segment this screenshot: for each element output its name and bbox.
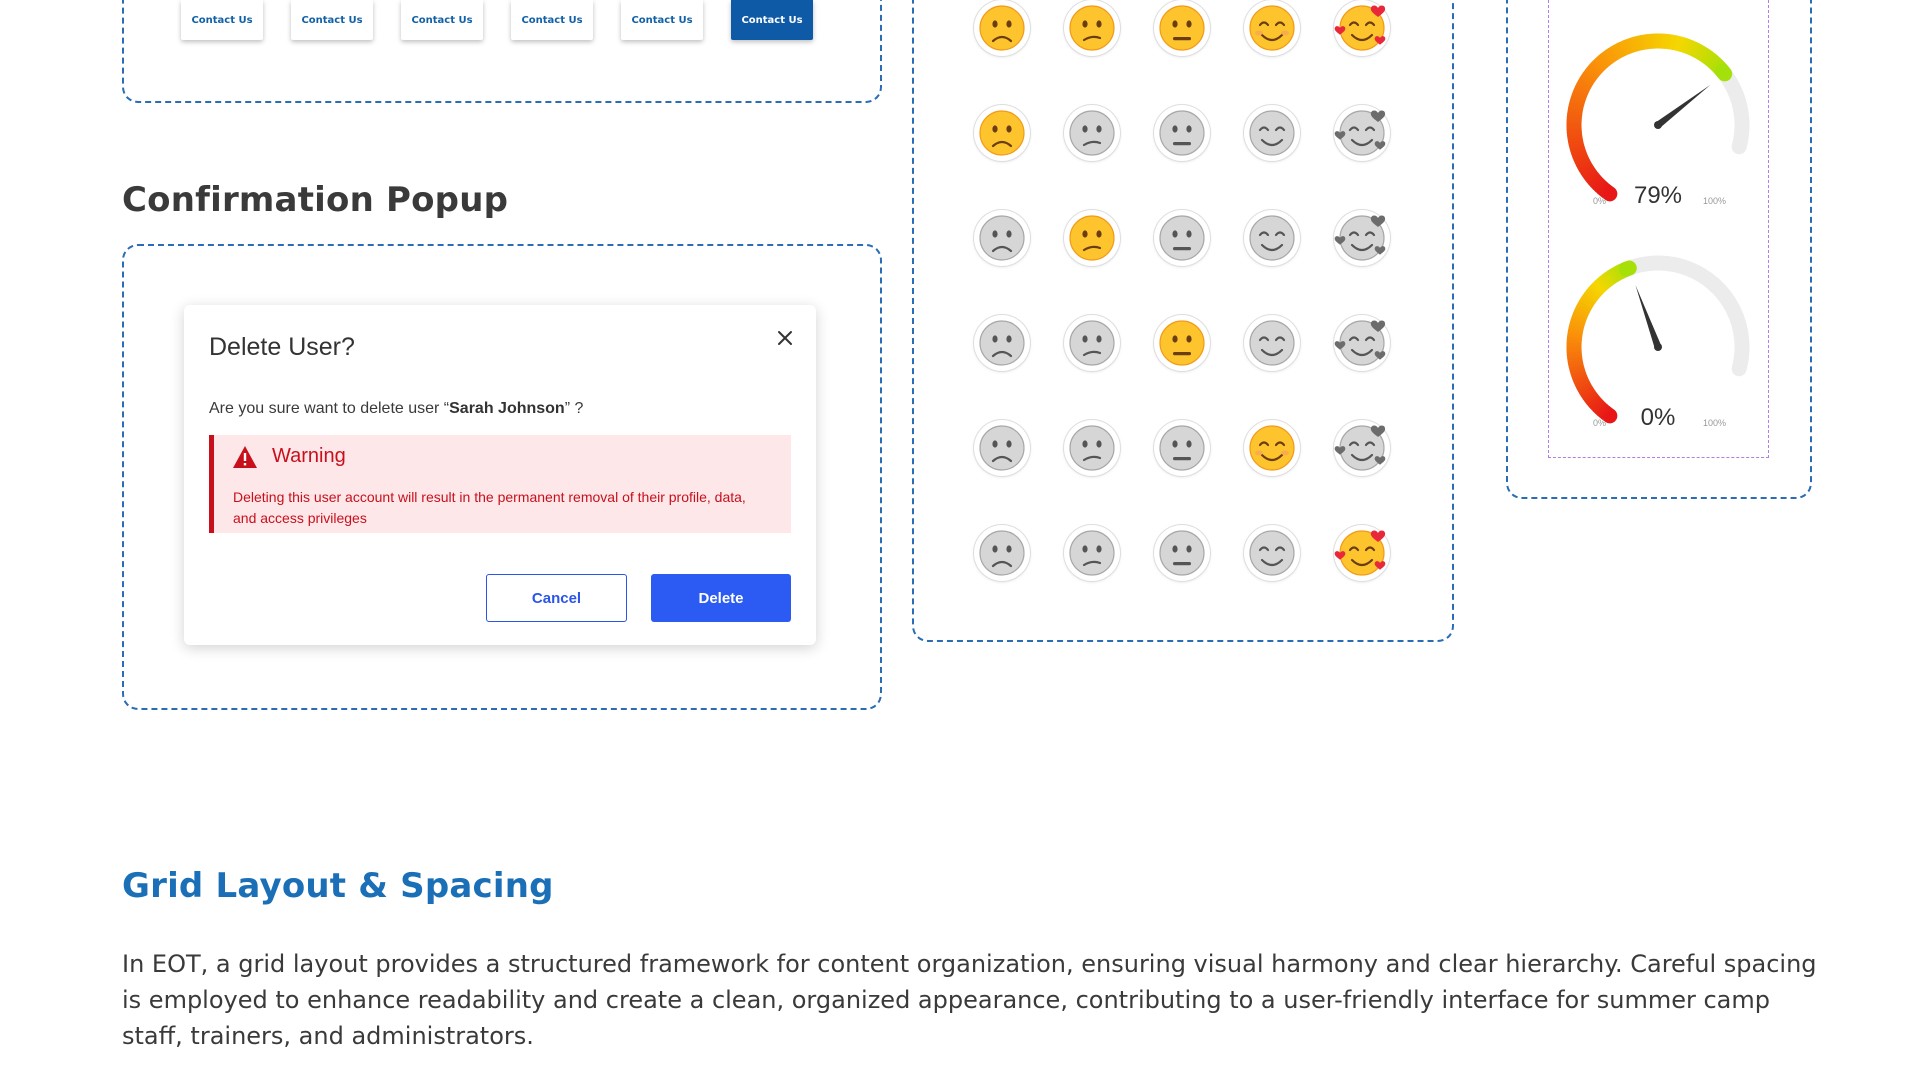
smiling-face-with-hearts-icon	[1334, 5, 1386, 51]
frowning-face-icon	[979, 530, 1025, 576]
emoji-rating-option[interactable]	[974, 420, 1030, 476]
gauge-2: 0% 0% 100%	[1549, 246, 1767, 436]
emoji-rating-option[interactable]	[1244, 105, 1300, 161]
emoji-rating-option[interactable]	[1154, 315, 1210, 371]
question-prefix: Are you sure want to delete user “	[209, 400, 450, 417]
emoji-rating-option[interactable]	[974, 105, 1030, 161]
gauge-1-min-label: 0%	[1593, 196, 1607, 206]
emoji-rating-option[interactable]	[974, 0, 1030, 56]
warning-alert: Warning Deleting this user account will …	[209, 435, 791, 533]
gauge-hub	[1654, 121, 1662, 129]
frowning-face-icon	[979, 320, 1025, 366]
emoji-rating-option[interactable]	[1334, 420, 1390, 476]
close-button[interactable]	[772, 325, 798, 351]
gauge-fill-segment	[1619, 260, 1637, 277]
emoji-rating-option[interactable]	[1334, 315, 1390, 371]
neutral-face-icon	[1159, 425, 1205, 471]
contact-us-button[interactable]: Contact Us	[181, 0, 263, 40]
frowning-face-icon	[979, 110, 1025, 156]
emoji-rating-option[interactable]	[1334, 0, 1390, 56]
smiling-face-icon	[1249, 110, 1295, 156]
emoji-rating-option[interactable]	[974, 210, 1030, 266]
dialog-question: Are you sure want to delete user “Sarah …	[209, 400, 583, 418]
smiling-face-with-hearts-icon	[1334, 425, 1386, 471]
confirmation-popup-heading: Confirmation Popup	[122, 180, 509, 220]
cancel-button[interactable]: Cancel	[486, 574, 627, 622]
confused-face-icon	[1069, 530, 1115, 576]
gauge-needle	[1635, 284, 1662, 349]
gauge-1-value: 79%	[1633, 182, 1683, 209]
delete-user-dialog: Delete User? Are you sure want to delete…	[184, 305, 816, 645]
gauge-needle	[1655, 84, 1711, 128]
smiling-face-with-hearts-icon	[1334, 215, 1386, 261]
confused-face-icon	[1069, 320, 1115, 366]
emoji-rating-option[interactable]	[1334, 210, 1390, 266]
question-suffix: ” ?	[564, 400, 584, 417]
emoji-rating-option[interactable]	[974, 315, 1030, 371]
close-icon	[778, 331, 792, 345]
confused-face-icon	[1069, 215, 1115, 261]
confused-face-icon	[1069, 425, 1115, 471]
neutral-face-icon	[1159, 530, 1205, 576]
gauge-hub	[1654, 343, 1662, 351]
contact-us-button[interactable]: Contact Us	[401, 0, 483, 40]
emoji-rating-option[interactable]	[1064, 0, 1120, 56]
emoji-rating-option[interactable]	[1154, 0, 1210, 56]
frowning-face-icon	[979, 215, 1025, 261]
emoji-rating-option[interactable]	[1334, 525, 1390, 581]
contact-us-button[interactable]: Contact Us	[621, 0, 703, 40]
emoji-rating-option[interactable]	[1154, 105, 1210, 161]
frowning-face-icon	[979, 425, 1025, 471]
neutral-face-icon	[1159, 320, 1205, 366]
confused-face-icon	[1069, 5, 1115, 51]
gauge-fill-segment	[1715, 64, 1733, 82]
gauge-1-max-label: 100%	[1703, 196, 1727, 206]
emoji-rating-option[interactable]	[1244, 420, 1300, 476]
emoji-rating-option[interactable]	[1244, 0, 1300, 56]
emoji-rating-option[interactable]	[1244, 210, 1300, 266]
gauge-2-max-label: 100%	[1703, 418, 1727, 428]
delete-button[interactable]: Delete	[651, 574, 791, 622]
smiling-face-icon	[1249, 320, 1295, 366]
dialog-title: Delete User?	[209, 333, 355, 361]
emoji-rating-option[interactable]	[1244, 315, 1300, 371]
gauge-2-min-label: 0%	[1593, 418, 1607, 428]
gauge-1: 79% 0% 100%	[1549, 24, 1767, 214]
grid-layout-description: In EOT, a grid layout provides a structu…	[122, 950, 1817, 1050]
smiling-face-icon	[1249, 530, 1295, 576]
emoji-rating-option[interactable]	[1154, 525, 1210, 581]
smiling-face-with-hearts-icon	[1334, 530, 1386, 576]
smiling-face-icon	[1249, 425, 1295, 471]
confused-face-icon	[1069, 110, 1115, 156]
emoji-rating-option[interactable]	[1154, 420, 1210, 476]
emoji-rating-option[interactable]	[1244, 525, 1300, 581]
smiling-face-icon	[1249, 215, 1295, 261]
smiling-face-with-hearts-icon	[1334, 320, 1386, 366]
grid-layout-heading: Grid Layout & Spacing	[122, 866, 554, 906]
emoji-rating-option[interactable]	[1064, 315, 1120, 371]
gauge-2-value: 0%	[1640, 404, 1676, 431]
emoji-rating-option[interactable]	[1154, 210, 1210, 266]
emoji-rating-option[interactable]	[1064, 420, 1120, 476]
warning-message: Deleting this user account will result i…	[233, 489, 746, 526]
emoji-rating-option[interactable]	[1064, 210, 1120, 266]
neutral-face-icon	[1159, 5, 1205, 51]
contact-us-button[interactable]: Contact Us	[511, 0, 593, 40]
emoji-rating-option[interactable]	[1334, 105, 1390, 161]
smiling-face-with-hearts-icon	[1334, 110, 1386, 156]
warning-title: Warning	[272, 445, 346, 467]
contact-us-button[interactable]: Contact Us	[291, 0, 373, 40]
warning-icon	[233, 446, 257, 468]
emoji-rating-option[interactable]	[974, 525, 1030, 581]
frowning-face-icon	[979, 5, 1025, 51]
neutral-face-icon	[1159, 215, 1205, 261]
contact-us-button-active[interactable]: Contact Us	[731, 0, 813, 40]
smiling-face-icon	[1249, 5, 1295, 51]
neutral-face-icon	[1159, 110, 1205, 156]
emoji-rating-option[interactable]	[1064, 105, 1120, 161]
emoji-rating-option[interactable]	[1064, 525, 1120, 581]
user-name: Sarah Johnson	[449, 400, 565, 417]
